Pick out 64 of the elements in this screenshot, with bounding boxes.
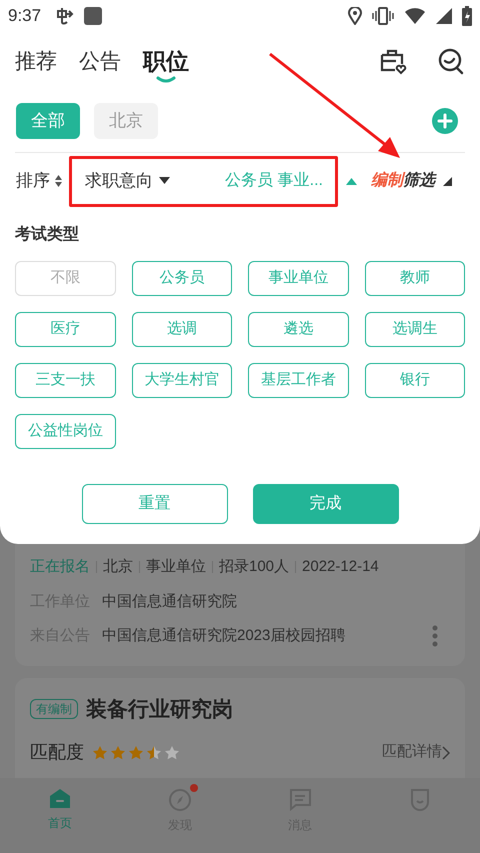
exam-type-option[interactable]: 选调生: [364, 312, 465, 347]
match-details-link[interactable]: 匹配详情: [382, 741, 450, 764]
vibrate-icon: [372, 7, 394, 25]
more-icon[interactable]: [432, 625, 438, 648]
half-star-icon: [146, 744, 162, 760]
exam-type-option[interactable]: 三支一扶: [15, 363, 116, 398]
corner-triangle-icon: [443, 176, 452, 186]
job-meta: 2022-12-14: [302, 557, 379, 577]
done-button[interactable]: 完成: [252, 484, 398, 524]
star-icon: [128, 744, 144, 760]
collapse-caret-icon[interactable]: [346, 177, 357, 185]
chat-icon: [288, 788, 312, 812]
battery-icon: [462, 6, 472, 26]
job-status: 正在报名: [30, 557, 90, 577]
intent-dropdown[interactable]: 求职意向: [85, 168, 170, 194]
chevron-right-icon: [442, 746, 450, 760]
notification-square-icon: [83, 6, 104, 26]
job-meta: 事业单位: [146, 557, 206, 577]
home-icon: [48, 788, 72, 810]
location-icon: [348, 7, 362, 25]
sort-button[interactable]: 排序: [16, 168, 63, 194]
sort-arrows-icon: [54, 174, 63, 188]
exam-type-option[interactable]: 事业单位: [248, 261, 348, 296]
empty-star-icon: [164, 744, 180, 760]
detail-value: 中国信息通信研究院: [102, 592, 237, 612]
nav-item[interactable]: 首页: [0, 778, 120, 853]
app-notification-icon: [55, 6, 76, 26]
exam-type-option[interactable]: 基层工作者: [248, 363, 348, 398]
section-title: 考试类型: [15, 224, 80, 245]
search-icon[interactable]: [437, 47, 465, 75]
briefcase-heart-icon[interactable]: [379, 47, 407, 75]
signal-icon: [436, 8, 452, 24]
intent-value: 公务员 事业...: [225, 170, 323, 191]
status-time: 9:37: [8, 5, 42, 28]
match-label: 匹配度: [30, 741, 84, 764]
job-title: 装备行业研究岗: [86, 696, 233, 722]
dropdown-caret-icon: [159, 177, 170, 185]
job-meta: 北京: [103, 557, 133, 577]
job-meta: 招录100人: [219, 557, 290, 577]
tab[interactable]: 公告: [79, 50, 121, 72]
tab[interactable]: 职位: [143, 50, 189, 72]
star-icon: [110, 744, 126, 760]
exam-type-option[interactable]: 选调: [132, 312, 232, 347]
add-icon[interactable]: [432, 108, 458, 134]
exam-type-option[interactable]: 遴选: [248, 312, 348, 347]
region-chip[interactable]: 北京: [94, 103, 158, 139]
job-tag: 有编制: [30, 699, 78, 720]
reset-button[interactable]: 重置: [82, 484, 228, 524]
exam-type-option[interactable]: 公务员: [132, 261, 232, 296]
exam-type-option[interactable]: 大学生村官: [132, 363, 232, 398]
compass-icon: [168, 788, 192, 812]
region-chip[interactable]: 全部: [16, 103, 80, 139]
tab[interactable]: 推荐: [15, 50, 57, 72]
wifi-icon: [404, 7, 426, 25]
detail-value: 中国信息通信研究院2023届校园招聘: [102, 626, 346, 646]
active-tab-indicator-icon: [156, 76, 176, 84]
smile-icon: [408, 788, 432, 812]
exam-type-option[interactable]: 不限: [15, 261, 116, 296]
exam-type-option[interactable]: 教师: [364, 261, 465, 296]
exam-type-option[interactable]: 公益性岗位: [15, 414, 116, 449]
filter-button[interactable]: 编制筛选: [371, 169, 452, 193]
star-icon: [92, 744, 108, 760]
exam-type-option[interactable]: 医疗: [15, 312, 116, 347]
exam-type-option[interactable]: 银行: [364, 363, 465, 398]
